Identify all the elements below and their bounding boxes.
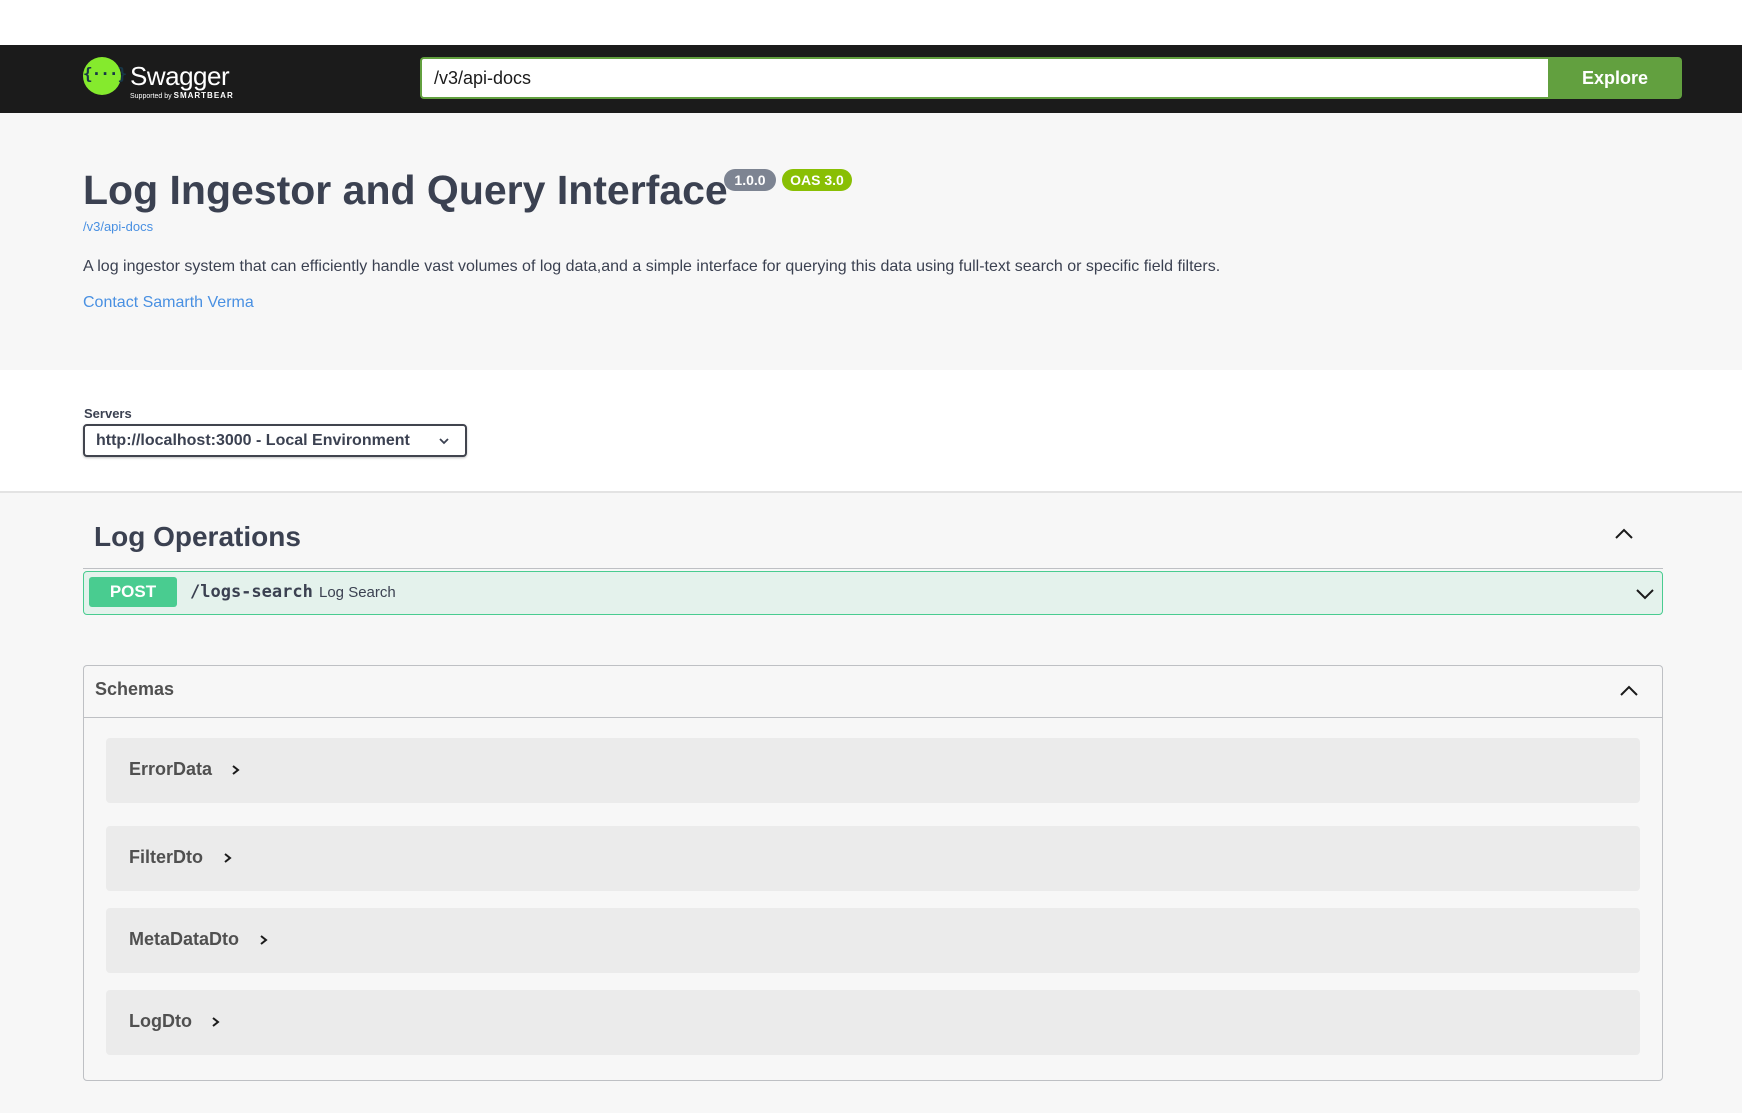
logo-sub-prefix: Supported by (130, 93, 172, 100)
explore-button[interactable]: Explore (1548, 57, 1682, 99)
version-badge: 1.0.0 (724, 169, 776, 191)
logo-subtitle: Supported by SMARTBEAR (130, 91, 234, 100)
servers-selected-value: http://localhost:3000 - Local Environmen… (96, 432, 410, 449)
chevron-right-icon[interactable] (222, 851, 234, 865)
tag-section-header[interactable]: Log Operations (83, 493, 1663, 569)
logo-sub-brand: SMARTBEAR (173, 91, 234, 100)
chevron-up-icon[interactable] (1618, 680, 1640, 702)
schema-item[interactable]: MetaDataDto (106, 908, 1640, 973)
swagger-ui-page: {···} Swagger Supported by SMARTBEAR Exp… (0, 0, 1742, 1113)
http-method-badge: POST (89, 577, 177, 607)
topbar: {···} Swagger Supported by SMARTBEAR Exp… (0, 45, 1742, 113)
schema-name: FilterDto (129, 847, 203, 867)
schema-item[interactable]: ErrorData (106, 738, 1640, 803)
chevron-right-icon[interactable] (258, 933, 270, 947)
opblock-post[interactable]: POST /logs-search Log Search (83, 571, 1663, 615)
servers-select[interactable]: http://localhost:3000 - Local Environmen… (83, 424, 467, 457)
schemas-title: Schemas (95, 679, 175, 699)
schema-item[interactable]: FilterDto (106, 826, 1640, 891)
api-title: Log Ingestor and Query Interface (83, 167, 728, 213)
download-url-form: Explore (420, 57, 1682, 99)
info-section: Log Ingestor and Query Interface 1.0.0 O… (0, 113, 1742, 370)
tag-title: Log Operations (94, 521, 301, 552)
chevron-down-icon (439, 438, 449, 445)
servers-label: Servers (84, 406, 132, 421)
swagger-logo[interactable]: {···} Swagger Supported by SMARTBEAR (83, 57, 253, 101)
schema-name: LogDto (129, 1011, 192, 1031)
chevron-up-icon[interactable] (1613, 523, 1635, 545)
download-url-input[interactable] (420, 57, 1548, 99)
chevron-right-icon[interactable] (230, 763, 242, 777)
schema-item[interactable]: LogDto (106, 990, 1640, 1055)
operation-summary: Log Search (319, 584, 396, 601)
chevron-down-icon[interactable] (1634, 584, 1656, 604)
oas-badge: OAS 3.0 (782, 169, 852, 191)
operations-area: Log Operations POST /logs-search Log Sea… (0, 493, 1742, 1113)
chevron-right-icon[interactable] (210, 1015, 222, 1029)
logo-text: Swagger (130, 61, 230, 91)
logo-glyph: {···} (83, 64, 127, 83)
schemas-header[interactable]: Schemas (84, 666, 1662, 718)
schema-name: ErrorData (129, 759, 213, 779)
contact-link[interactable]: Contact Samarth Verma (83, 294, 254, 312)
operation-path: /logs-search (190, 582, 313, 602)
schemas-section: Schemas ErrorData FilterDto MetaDataDto (83, 665, 1663, 1081)
spec-url-link[interactable]: /v3/api-docs (83, 219, 153, 234)
api-description: A log ingestor system that can efficient… (83, 258, 1221, 275)
swagger-logo-icon: {···} (83, 57, 127, 95)
schema-name: MetaDataDto (129, 929, 240, 949)
